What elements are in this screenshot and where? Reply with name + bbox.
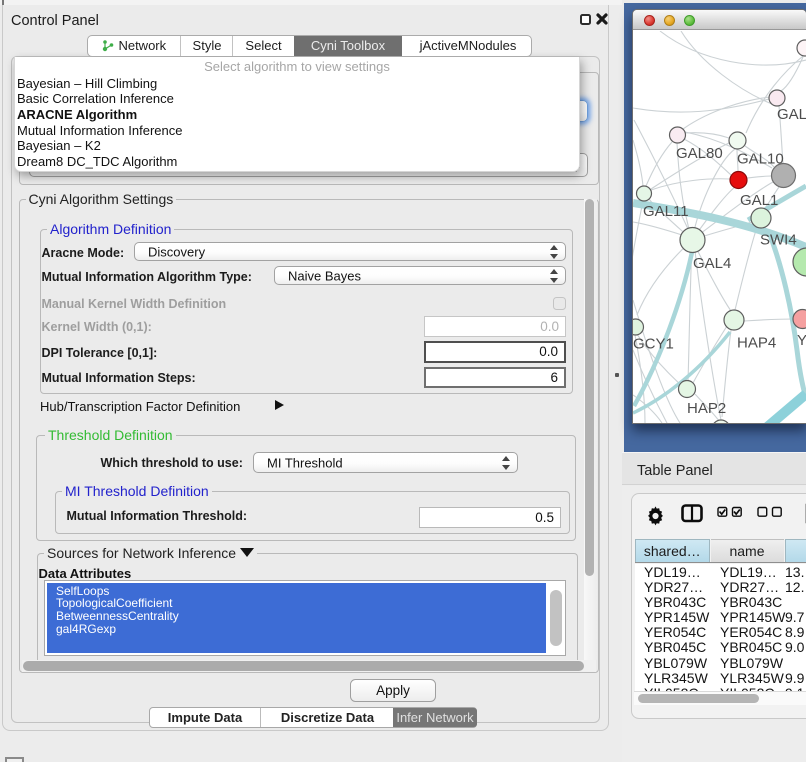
svg-text:GAL10: GAL10 <box>737 151 784 168</box>
svg-text:GCY1: GCY1 <box>633 336 674 353</box>
svg-text:GAL4: GAL4 <box>693 255 731 272</box>
svg-text:GAL2: GAL2 <box>777 106 806 123</box>
svg-text:HAP2: HAP2 <box>687 400 726 417</box>
svg-text:GAL11: GAL11 <box>643 203 689 220</box>
svg-text:SWI4: SWI4 <box>760 232 797 249</box>
svg-text:GAL80: GAL80 <box>676 145 723 162</box>
svg-text:GAL1: GAL1 <box>740 192 778 209</box>
svg-text:HAP4: HAP4 <box>737 335 776 352</box>
svg-text:YM: YM <box>797 332 806 349</box>
